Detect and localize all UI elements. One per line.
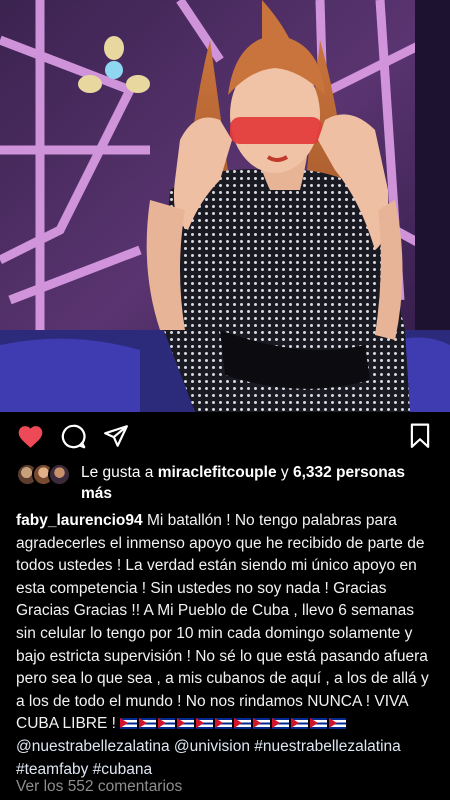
comment-icon[interactable] <box>59 422 87 450</box>
cuba-flag-icon <box>196 718 214 730</box>
cuba-flag-icon <box>253 718 271 730</box>
mention-link[interactable]: @nuestrabellezalatina <box>16 738 170 755</box>
likes-text: Le gusta a miraclefitcouple y 6,332 pers… <box>81 464 405 502</box>
cuba-flag-icon <box>177 718 195 730</box>
cuba-flag-icon <box>310 718 328 730</box>
caption-text: Mi batallón ! No tengo palabras para agr… <box>16 512 429 733</box>
heart-icon[interactable] <box>16 422 44 450</box>
bookmark-icon[interactable] <box>406 422 434 450</box>
view-comments-link[interactable]: Ver los 552 comentarios <box>16 778 182 796</box>
likes-summary[interactable]: Le gusta a miraclefitcouple y 6,332 pers… <box>0 462 450 504</box>
cuba-flag-icon <box>272 718 290 730</box>
cuba-flag-icon <box>139 718 157 730</box>
mention-link[interactable]: @univision <box>174 738 250 755</box>
cuba-flag-icon <box>329 718 347 730</box>
send-icon[interactable] <box>102 422 130 450</box>
cuba-flags <box>120 715 348 732</box>
cuba-flag-icon <box>291 718 309 730</box>
liked-by-username[interactable]: miraclefitcouple <box>158 464 277 481</box>
cuba-flag-icon <box>234 718 252 730</box>
post-caption: faby_laurencio94 Mi batallón ! No tengo … <box>0 504 450 781</box>
post-image <box>0 0 450 412</box>
avatar <box>48 463 71 486</box>
cuba-flag-icon <box>120 718 138 730</box>
liker-avatars <box>16 463 71 486</box>
post-photo[interactable] <box>0 0 450 412</box>
post-actions-bar <box>0 412 450 460</box>
author-username[interactable]: faby_laurencio94 <box>16 512 143 529</box>
cuba-flag-icon <box>215 718 233 730</box>
cuba-flag-icon <box>158 718 176 730</box>
